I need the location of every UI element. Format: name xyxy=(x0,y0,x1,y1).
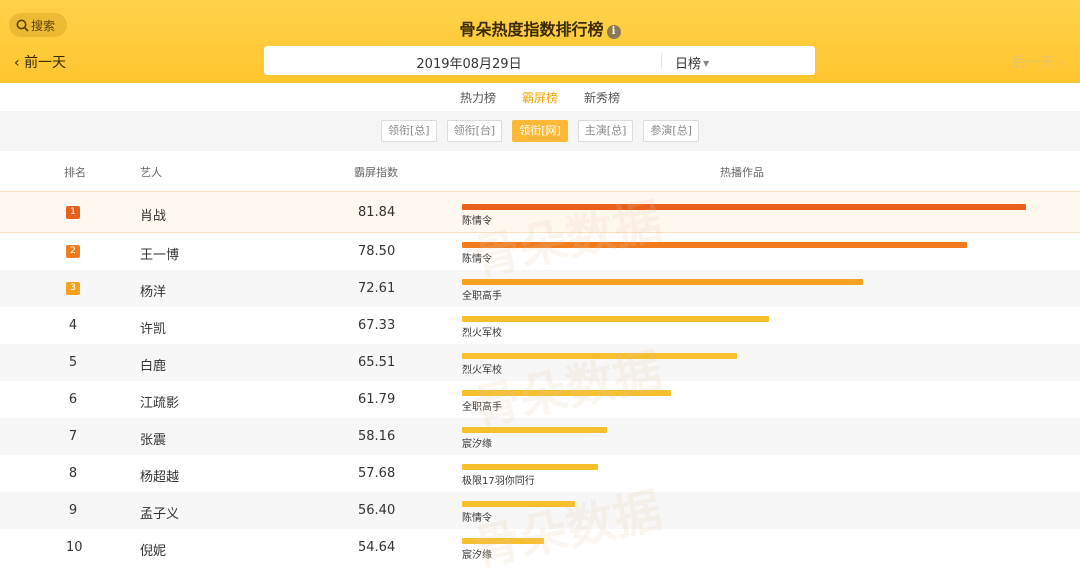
col-work-header: 热播作品 xyxy=(720,166,764,179)
rank-badge: 1 xyxy=(66,206,80,219)
score-value: 78.50 xyxy=(358,244,396,259)
score-bar xyxy=(462,204,1026,210)
ranking-tabs: 热力榜 霸屏榜 新秀榜 xyxy=(0,83,1080,111)
work-title[interactable]: 宸汐缘 xyxy=(462,435,492,450)
score-value: 57.68 xyxy=(358,466,396,481)
artist-name[interactable]: 肖战 xyxy=(140,205,166,224)
score-value: 61.79 xyxy=(358,392,396,407)
table-row[interactable]: 2 王一博 78.50 陈情令 xyxy=(0,233,1080,270)
work-title[interactable]: 烈火军校 xyxy=(462,361,502,376)
table-row[interactable]: 10 倪妮 54.64 宸汐缘 xyxy=(0,529,1080,566)
rank-number: 4 xyxy=(68,318,78,333)
artist-name[interactable]: 杨洋 xyxy=(140,281,166,300)
work-title[interactable]: 宸汐缘 xyxy=(462,546,492,561)
score-value: 81.84 xyxy=(358,205,396,220)
tab-2[interactable]: 新秀榜 xyxy=(584,89,620,106)
table-row[interactable]: 4 许凯 67.33 烈火军校 xyxy=(0,307,1080,344)
tab-1[interactable]: 霸屏榜 xyxy=(522,89,558,106)
next-day-button[interactable]: 后一天 › xyxy=(1012,52,1064,72)
filter-chip-1[interactable]: 领衔[台] xyxy=(446,120,503,142)
filter-chip-4[interactable]: 参演[总] xyxy=(643,120,699,142)
date-divider xyxy=(661,53,662,68)
col-artist-header: 艺人 xyxy=(140,166,162,179)
score-bar xyxy=(462,353,737,359)
artist-name[interactable]: 孟子义 xyxy=(140,503,179,522)
prev-day-button[interactable]: ‹ 前一天 xyxy=(14,52,66,72)
table-row[interactable]: 5 白鹿 65.51 烈火军校 xyxy=(0,344,1080,381)
header-bar: 搜索 骨朵热度指数排行榜 i ‹ 前一天 后一天 › 2019年08月29日 日榜… xyxy=(0,0,1080,83)
table-row[interactable]: 3 杨洋 72.61 全职高手 xyxy=(0,270,1080,307)
work-title[interactable]: 全职高手 xyxy=(462,287,502,302)
score-bar xyxy=(462,279,863,285)
work-title[interactable]: 极限17羽你同行 xyxy=(462,472,535,487)
filter-chip-2[interactable]: 领衔[网] xyxy=(512,120,568,142)
table-row[interactable]: 6 江疏影 61.79 全职高手 xyxy=(0,381,1080,418)
work-title[interactable]: 陈情令 xyxy=(462,212,492,227)
date-value[interactable]: 2019年08月29日 xyxy=(264,53,674,72)
rank-number: 8 xyxy=(68,466,78,481)
period-select[interactable]: 日榜 ▼ xyxy=(675,53,709,72)
page-title: 骨朵热度指数排行榜 xyxy=(459,20,604,39)
caret-down-icon: ▼ xyxy=(703,59,710,68)
filter-bar: 领衔[总] 领衔[台] 领衔[网] 主演[总] 参演[总] xyxy=(0,111,1080,151)
score-value: 72.61 xyxy=(358,281,396,296)
col-score-header: 霸屏指数 xyxy=(354,166,398,179)
filter-chip-3[interactable]: 主演[总] xyxy=(577,120,634,142)
page-title-wrap: 骨朵热度指数排行榜 i xyxy=(0,16,1080,40)
ranking-table: 1 肖战 81.84 陈情令 2 王一博 78.50 陈情令 3 杨洋 72.61 全职高手 4 许凯 67… xyxy=(0,191,1080,566)
table-row[interactable]: 8 杨超越 57.68 极限17羽你同行 xyxy=(0,455,1080,492)
rank-number: 5 xyxy=(68,355,78,370)
work-title[interactable]: 陈情令 xyxy=(462,509,492,524)
rank-badge: 3 xyxy=(66,282,80,295)
col-rank-header: 排名 xyxy=(64,166,86,179)
rank-number: 10 xyxy=(66,540,83,555)
filter-chip-0[interactable]: 领衔[总] xyxy=(381,120,437,142)
rank-number: 6 xyxy=(68,392,78,407)
rank-badge: 2 xyxy=(66,245,80,258)
info-icon[interactable]: i xyxy=(606,25,621,39)
date-picker[interactable]: 2019年08月29日 日榜 ▼ xyxy=(264,46,815,75)
table-row[interactable]: 1 肖战 81.84 陈情令 xyxy=(0,191,1080,233)
chevron-left-icon: ‹ xyxy=(14,55,20,71)
work-title[interactable]: 全职高手 xyxy=(462,398,502,413)
score-bar xyxy=(462,501,575,507)
prev-day-label: 前一天 xyxy=(24,55,67,71)
score-bar xyxy=(462,316,769,322)
artist-name[interactable]: 张震 xyxy=(140,429,166,448)
score-bar xyxy=(462,390,671,396)
score-value: 58.16 xyxy=(358,429,396,444)
score-value: 56.40 xyxy=(358,503,396,518)
artist-name[interactable]: 杨超越 xyxy=(140,466,179,485)
artist-name[interactable]: 王一博 xyxy=(140,244,179,263)
score-bar xyxy=(462,538,544,544)
chevron-right-icon: › xyxy=(1058,55,1064,71)
work-title[interactable]: 烈火军校 xyxy=(462,324,502,339)
score-value: 67.33 xyxy=(358,318,396,333)
table-row[interactable]: 9 孟子义 56.40 陈情令 xyxy=(0,492,1080,529)
rank-number: 7 xyxy=(68,429,78,444)
period-value: 日榜 xyxy=(675,57,702,72)
rank-number: 9 xyxy=(68,503,78,518)
artist-name[interactable]: 许凯 xyxy=(140,318,166,337)
score-bar xyxy=(462,242,967,248)
table-row[interactable]: 7 张震 58.16 宸汐缘 xyxy=(0,418,1080,455)
score-value: 65.51 xyxy=(358,355,396,370)
score-bar xyxy=(462,464,598,470)
score-value: 54.64 xyxy=(358,540,396,555)
tab-0[interactable]: 热力榜 xyxy=(460,89,496,106)
work-title[interactable]: 陈情令 xyxy=(462,250,492,265)
artist-name[interactable]: 倪妮 xyxy=(140,540,166,559)
score-bar xyxy=(462,427,607,433)
next-day-label: 后一天 xyxy=(1011,55,1054,71)
artist-name[interactable]: 江疏影 xyxy=(140,392,179,411)
artist-name[interactable]: 白鹿 xyxy=(140,355,166,374)
